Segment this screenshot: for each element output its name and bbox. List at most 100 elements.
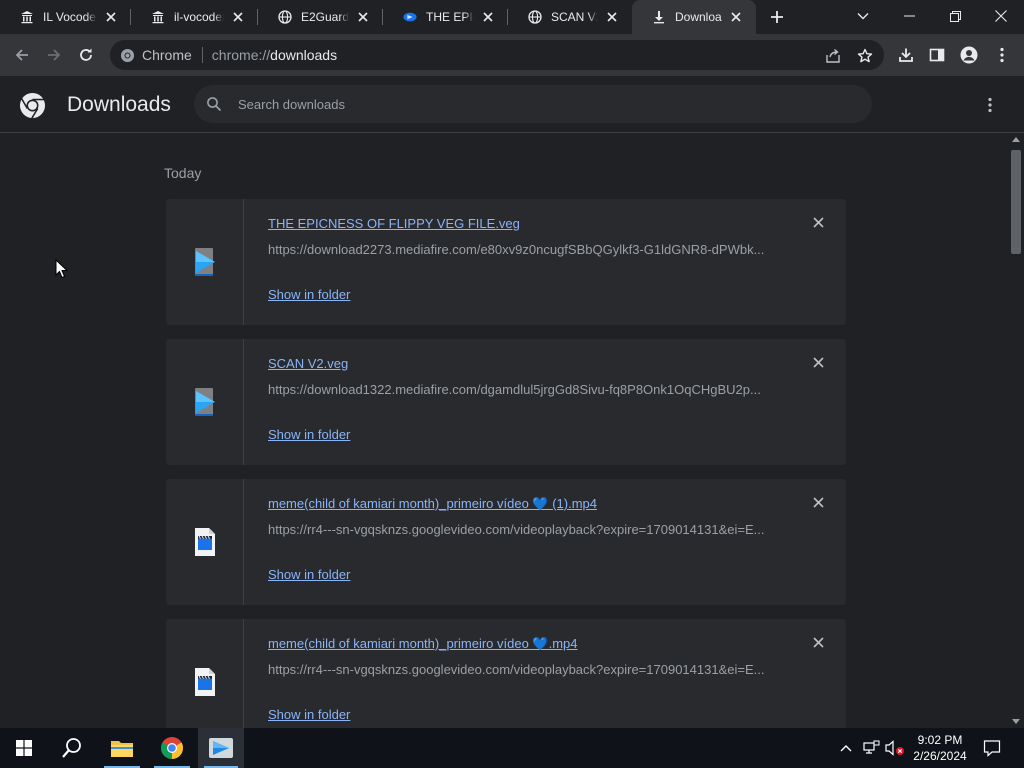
show-in-folder-link[interactable]: Show in folder [268, 427, 350, 442]
browser-toolbar: Chrome chrome://downloads [0, 34, 1024, 76]
vegas-icon [209, 738, 233, 758]
address-bar[interactable]: Chrome chrome://downloads [110, 40, 884, 70]
close-window-button[interactable] [978, 0, 1024, 32]
chrome-window: IL Vocodex il-vocodex E2Guardian THE EPI… [0, 0, 1024, 728]
download-item: THE EPICNESS OF FLIPPY VEG FILE.veg http… [166, 199, 846, 325]
scroll-up-arrow-icon[interactable] [1012, 137, 1020, 142]
search-input[interactable] [238, 96, 838, 112]
downloads-menu-button[interactable] [978, 95, 1002, 115]
file-source-url: https://download1322.mediafire.com/dgamd… [268, 382, 761, 397]
chevron-down-icon [857, 13, 869, 20]
volume-muted-icon [885, 740, 904, 756]
chrome-taskbar-button[interactable] [148, 728, 196, 768]
close-icon[interactable] [604, 9, 620, 25]
start-button[interactable] [0, 728, 48, 768]
clock-time: 9:02 PM [917, 733, 963, 747]
museum-icon [151, 10, 165, 24]
taskbar-search-button[interactable] [48, 728, 96, 768]
network-tray-button[interactable] [860, 728, 882, 768]
show-in-folder-link[interactable]: Show in folder [268, 287, 350, 302]
clock-date: 2/26/2024 [913, 749, 967, 763]
tab-il-vocodex-2[interactable]: il-vocodex [131, 0, 258, 34]
show-in-folder-link[interactable]: Show in folder [268, 567, 350, 582]
show-hidden-icons-button[interactable] [837, 728, 855, 768]
network-icon [863, 740, 880, 754]
scroll-down-arrow-icon[interactable] [1012, 719, 1020, 724]
tab-title: il-vocodex [174, 10, 224, 24]
share-icon[interactable] [824, 47, 842, 65]
profile-button[interactable] [955, 41, 983, 69]
file-icon-column [166, 339, 244, 465]
file-icon-column [166, 479, 244, 605]
close-icon[interactable] [355, 9, 371, 25]
museum-icon [20, 10, 34, 24]
minimize-button[interactable] [886, 0, 932, 32]
tab-search-button[interactable] [840, 0, 886, 32]
scrollbar-thumb[interactable] [1011, 150, 1021, 254]
show-in-folder-link[interactable]: Show in folder [268, 707, 350, 722]
tab-title: THE EPICNESS [426, 10, 474, 24]
remove-download-button[interactable] [810, 494, 826, 510]
remove-download-button[interactable] [810, 354, 826, 370]
side-panel-button[interactable] [923, 41, 951, 69]
file-name-link[interactable]: meme(child of kamiari month)_primeiro ví… [268, 496, 597, 512]
new-tab-button[interactable] [766, 6, 788, 28]
reload-button[interactable] [72, 41, 100, 69]
close-icon[interactable] [480, 9, 496, 25]
file-explorer-icon [111, 741, 133, 757]
close-icon [995, 10, 1007, 22]
mouse-cursor-icon [55, 259, 69, 279]
vegas-file-icon [194, 248, 215, 276]
bookmark-star-icon[interactable] [856, 47, 874, 65]
vegas-taskbar-button[interactable] [198, 728, 244, 768]
action-center-button[interactable] [978, 728, 1006, 768]
close-icon[interactable] [230, 9, 246, 25]
tab-title: SCAN V2 [551, 10, 598, 24]
notification-icon [983, 740, 1001, 757]
download-icon [899, 48, 913, 62]
tab-e2guardian[interactable]: E2Guardian [258, 0, 383, 34]
file-name-link[interactable]: THE EPICNESS OF FLIPPY VEG FILE.veg [268, 216, 520, 231]
chrome-menu-button[interactable] [988, 41, 1016, 69]
video-file-icon [194, 528, 215, 556]
search-icon [62, 738, 81, 758]
remove-download-button[interactable] [810, 214, 826, 230]
file-name-link[interactable]: SCAN V2.veg [268, 356, 348, 371]
tab-the-epicness[interactable]: THE EPICNESS [383, 0, 508, 34]
file-icon-column [166, 199, 244, 325]
restore-button[interactable] [932, 0, 978, 32]
close-icon [812, 636, 824, 648]
downloads-toolbar-button[interactable] [892, 41, 920, 69]
tab-title: Downloads [675, 10, 722, 24]
globe-icon [528, 10, 542, 24]
tab-strip: IL Vocodex il-vocodex E2Guardian THE EPI… [0, 0, 1024, 34]
page-title: Downloads [67, 93, 171, 116]
back-button[interactable] [8, 41, 36, 69]
omnibox-divider [201, 47, 203, 63]
remove-download-button[interactable] [810, 634, 826, 650]
file-name-link[interactable]: meme(child of kamiari month)_primeiro ví… [268, 636, 578, 652]
forward-button[interactable] [40, 41, 68, 69]
page-scrollbar[interactable] [1008, 133, 1024, 728]
file-explorer-button[interactable] [98, 728, 146, 768]
avatar-icon [960, 46, 978, 64]
search-downloads-field[interactable] [194, 85, 872, 123]
close-icon[interactable] [728, 9, 744, 25]
file-source-url: https://rr4---sn-vgqsknzs.googlevideo.co… [268, 662, 765, 677]
url-text: chrome://downloads [212, 47, 337, 63]
download-item: meme(child of kamiari month)_primeiro ví… [166, 619, 846, 728]
windows-taskbar: 9:02 PM 2/26/2024 [0, 728, 1024, 768]
more-vertical-icon [1000, 47, 1004, 63]
close-icon[interactable] [103, 9, 119, 25]
date-heading: Today [164, 165, 202, 181]
file-icon-column [166, 619, 244, 728]
more-vertical-icon [988, 97, 992, 113]
volume-tray-button[interactable] [884, 728, 906, 768]
tab-title: IL Vocodex [43, 10, 97, 24]
arrow-left-icon [15, 49, 28, 61]
tab-scan-v2[interactable]: SCAN V2 [508, 0, 632, 34]
system-clock[interactable]: 9:02 PM 2/26/2024 [910, 732, 970, 764]
tab-il-vocodex[interactable]: IL Vocodex [0, 0, 131, 34]
tab-downloads[interactable]: Downloads [632, 0, 756, 34]
reload-icon [80, 48, 92, 61]
